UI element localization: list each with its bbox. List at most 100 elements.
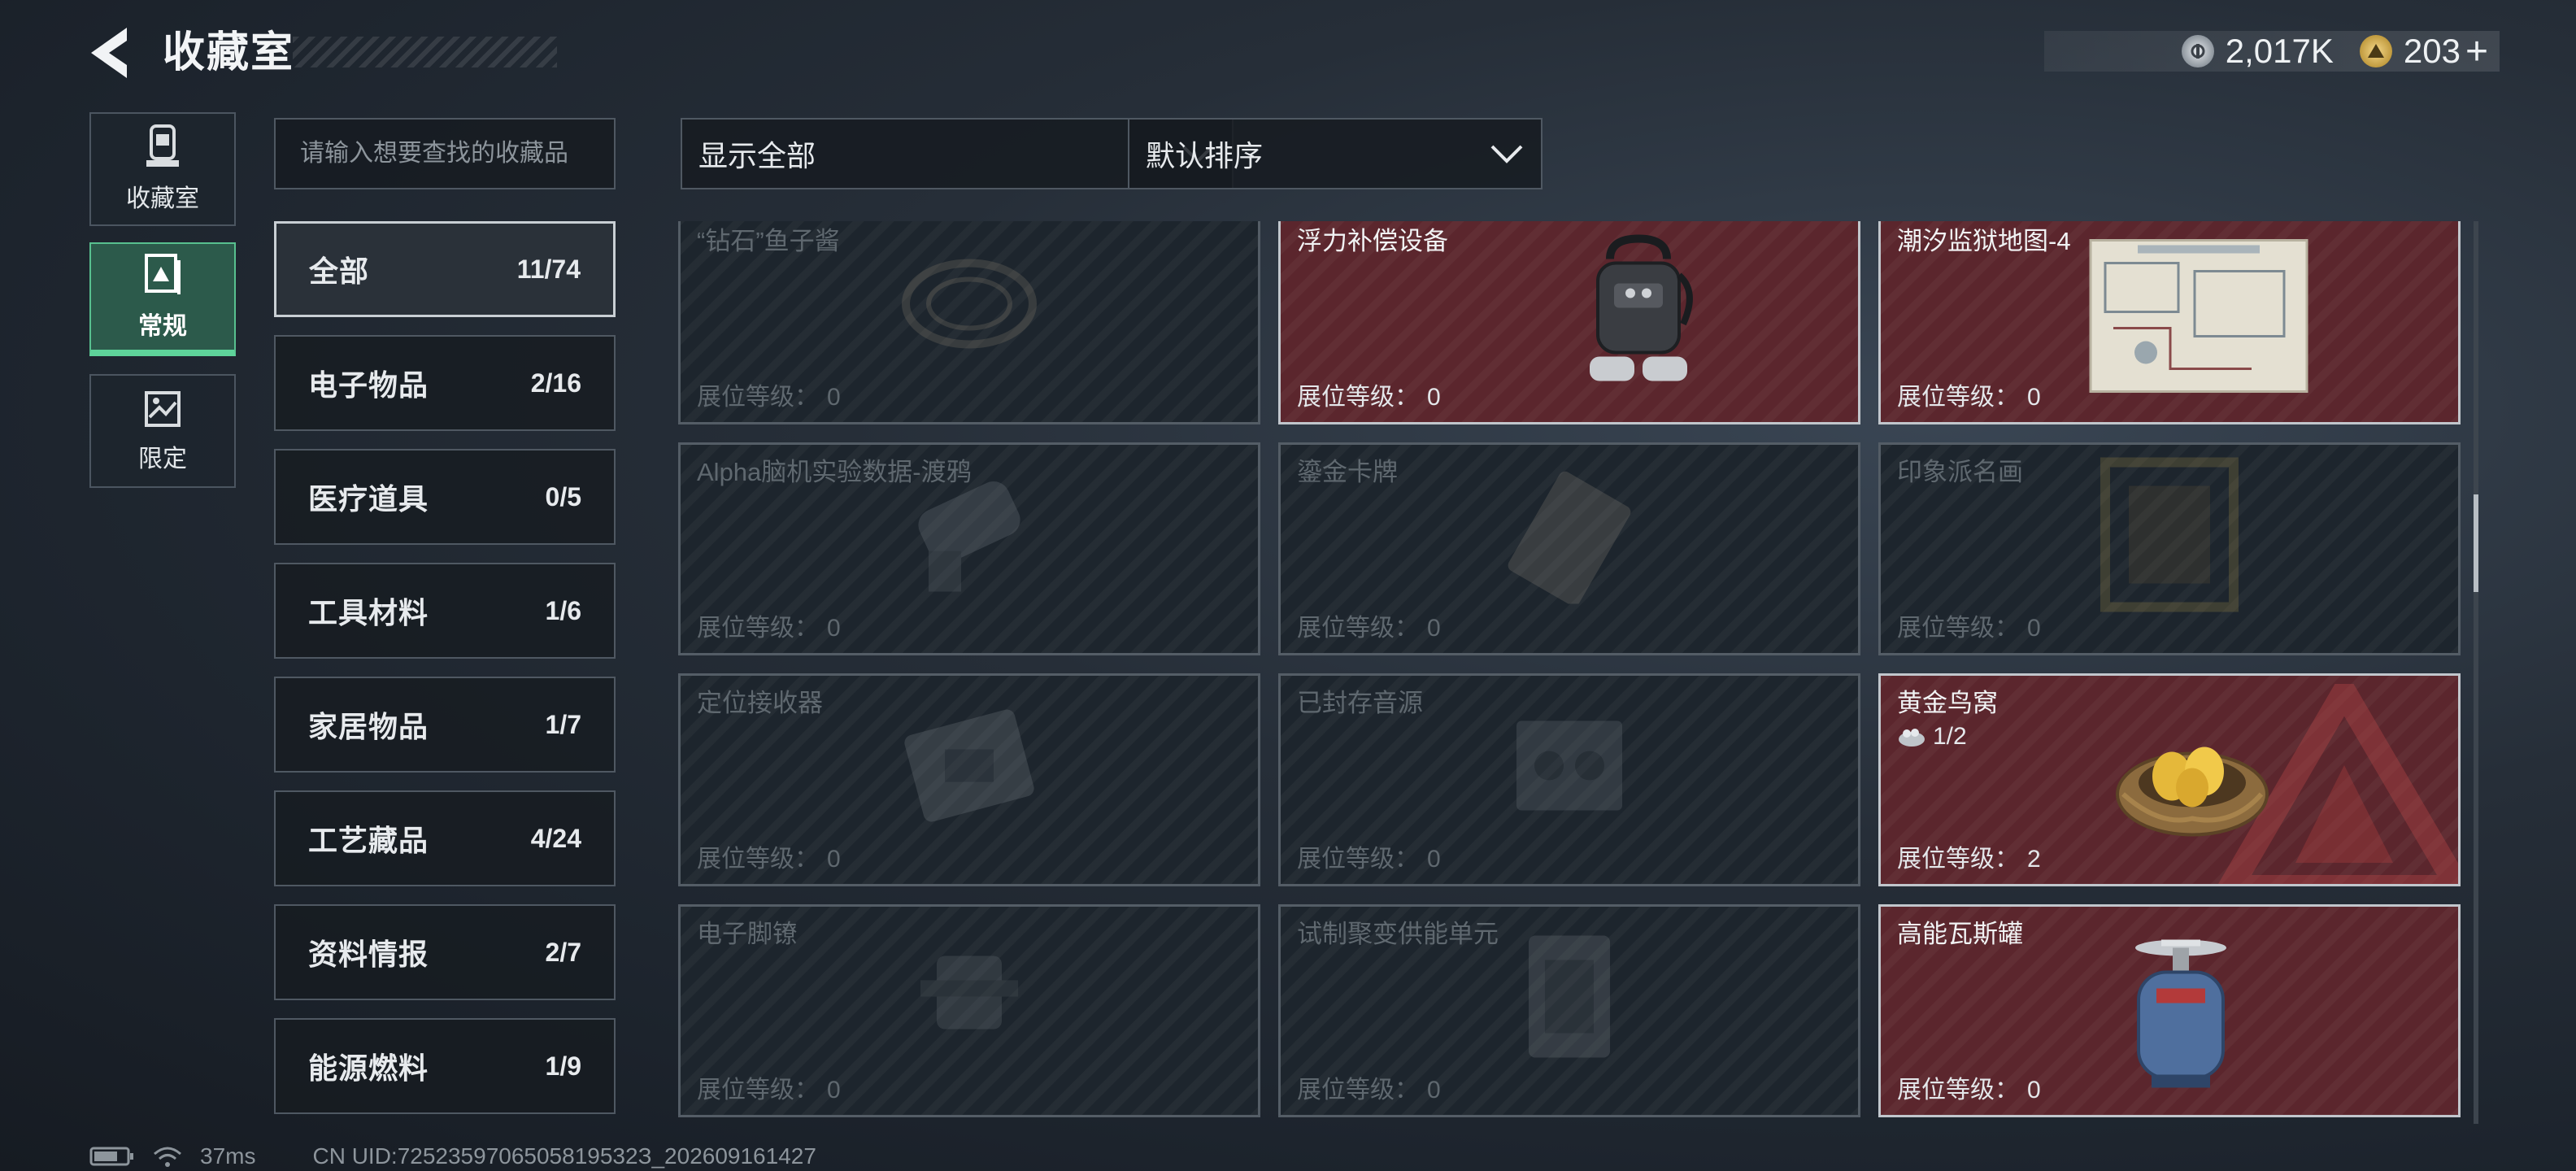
category-count: 11/74 <box>516 254 581 284</box>
booth-level: 展位等级： 0 <box>1297 846 1441 873</box>
category-count: 2/16 <box>530 368 581 398</box>
category-electronics[interactable]: 电子物品 2/16 <box>274 335 616 431</box>
item-progress: 1/2 <box>1897 723 1967 751</box>
category-name: 家居物品 <box>308 710 429 743</box>
collection-card[interactable]: 已封存音源 展位等级： 0 <box>1278 673 1860 886</box>
category-tools[interactable]: 工具材料 1/6 <box>274 563 616 659</box>
buoyancy-device-icon <box>1577 234 1699 402</box>
rail-tab-label: 限定 <box>138 446 187 472</box>
golden-nest-icon <box>2111 713 2274 847</box>
gas-canister-icon <box>2124 932 2238 1099</box>
collection-card[interactable]: 试制聚变供能单元 展位等级： 0 <box>1278 904 1860 1117</box>
category-name: 全部 <box>309 255 370 288</box>
category-count: 4/24 <box>530 823 581 853</box>
collection-card[interactable]: “钻石”鱼子酱 展位等级： 0 <box>678 221 1260 424</box>
booth-level: 展位等级： 0 <box>1897 1077 2041 1104</box>
booth-level: 展位等级： 0 <box>1897 615 2041 642</box>
item-name: 印象派名画 <box>1897 458 2023 486</box>
silver-coin-icon <box>2181 35 2214 67</box>
rail-tab-regular[interactable]: 常规 <box>89 242 236 356</box>
booth-level: 展位等级： 0 <box>697 846 841 873</box>
regular-collection-icon <box>145 254 181 294</box>
collection-card[interactable]: 黄金鸟窝 1/2 展位等级： 2 <box>1878 673 2461 886</box>
sort-dropdown[interactable]: 默认排序 <box>1128 118 1543 189</box>
item-name: 黄金鸟窝 <box>1897 689 1998 717</box>
item-name: 浮力补偿设备 <box>1297 227 1448 255</box>
filter-selected: 显示全部 <box>698 139 816 172</box>
nest-mini-icon <box>1899 729 1925 747</box>
gold-card-icon <box>1504 465 1634 607</box>
collection-card[interactable]: 浮力补偿设备 展位等级： 0 <box>1278 221 1860 424</box>
item-name: “钻石”鱼子酱 <box>697 227 840 255</box>
category-name: 能源燃料 <box>308 1051 429 1085</box>
category-name: 工具材料 <box>308 596 429 629</box>
category-name: 电子物品 <box>308 368 429 402</box>
chevron-down-icon <box>1490 145 1523 163</box>
collection-card[interactable]: 高能瓦斯罐 展位等级： 0 <box>1878 904 2461 1117</box>
back-arrow-icon <box>91 28 127 78</box>
category-medical[interactable]: 医疗道具 0/5 <box>274 449 616 545</box>
collection-card[interactable]: 电子脚镣 展位等级： 0 <box>678 904 1260 1117</box>
gold-balance: 203 <box>2403 32 2461 70</box>
category-all[interactable]: 全部 11/74 <box>274 221 616 317</box>
add-currency-button[interactable]: + <box>2465 29 2488 74</box>
collection-grid: “钻石”鱼子酱 展位等级：0 浮力补偿设备 展位等级：0 潮汐监狱地图-4 <box>678 221 2461 1124</box>
collection-card[interactable]: Alpha脑机实验数据-渡鸦 展位等级： 0 <box>678 442 1260 655</box>
network-latency: 37ms <box>200 1143 256 1169</box>
currency-bar: 2,017K 203 + <box>2044 29 2500 74</box>
status-footer: 37ms CN UID:7252359706505819532З_2026091… <box>89 1142 816 1171</box>
battery-icon <box>89 1147 133 1166</box>
item-name: 试制聚变供能单元 <box>1297 920 1499 948</box>
booth-level: 展位等级： 0 <box>1897 384 2041 411</box>
collection-card[interactable]: 鎏金卡牌 展位等级： 0 <box>1278 442 1860 655</box>
category-household[interactable]: 家居物品 1/7 <box>274 677 616 773</box>
prison-map-icon <box>2089 239 2308 398</box>
sealed-audio-icon <box>1500 704 1638 830</box>
booth-level: 展位等级： 0 <box>1297 384 1441 411</box>
category-count: 2/7 <box>545 937 581 967</box>
category-fuel[interactable]: 能源燃料 1/9 <box>274 1018 616 1114</box>
fusion-unit-icon <box>1508 923 1630 1073</box>
receiver-icon <box>896 704 1042 830</box>
booth-level: 展位等级： 0 <box>697 384 841 411</box>
back-button[interactable] <box>88 24 137 81</box>
collection-card[interactable]: 潮汐监狱地图-4 展位等级： 0 <box>1878 221 2461 424</box>
brain-data-icon <box>896 469 1042 603</box>
item-name: 潮汐监狱地图-4 <box>1897 227 2071 255</box>
rail-tab-limited[interactable]: 限定 <box>89 374 236 488</box>
caviar-icon <box>900 255 1038 356</box>
category-count: 1/7 <box>545 709 581 739</box>
item-name: 定位接收器 <box>697 689 823 717</box>
booth-level: 展位等级： 0 <box>697 615 841 642</box>
category-name: 工艺藏品 <box>308 824 429 857</box>
grid-scrollbar-thumb[interactable] <box>2474 494 2478 592</box>
rail-tab-label: 常规 <box>138 313 187 340</box>
rail-tab-label: 收藏室 <box>126 185 199 212</box>
item-name: 高能瓦斯罐 <box>1897 920 2023 948</box>
category-name: 医疗道具 <box>308 482 429 516</box>
user-uid: CN UID:7252359706505819532З_202609161427 <box>312 1143 816 1169</box>
booth-level: 展位等级： 0 <box>697 1077 841 1104</box>
sort-selected: 默认排序 <box>1146 139 1264 172</box>
painting-icon <box>2099 455 2240 616</box>
category-count: 1/6 <box>545 595 581 625</box>
wifi-icon <box>154 1147 181 1167</box>
vault-icon <box>146 124 179 167</box>
page-title: 收藏室 <box>163 29 295 76</box>
booth-level: 展位等级： 2 <box>1897 846 2041 873</box>
item-name: 已封存音源 <box>1297 689 1423 717</box>
category-count: 1/9 <box>545 1051 581 1081</box>
collection-card[interactable]: 定位接收器 展位等级： 0 <box>678 673 1260 886</box>
rail-tab-vault[interactable]: 收藏室 <box>89 112 236 226</box>
collection-card[interactable]: 印象派名画 展位等级： 0 <box>1878 442 2461 655</box>
ankle-monitor-icon <box>904 939 1034 1057</box>
item-name: 鎏金卡牌 <box>1297 458 1398 486</box>
collection-search-input[interactable] <box>274 118 616 189</box>
grid-scrollbar-track <box>2474 221 2478 1124</box>
category-count: 0/5 <box>545 481 581 511</box>
limited-collection-icon <box>145 391 181 427</box>
category-intel[interactable]: 资料情报 2/7 <box>274 904 616 1000</box>
silver-balance: 2,017K <box>2225 32 2334 70</box>
category-crafts[interactable]: 工艺藏品 4/24 <box>274 790 616 886</box>
category-name: 资料情报 <box>308 938 429 971</box>
